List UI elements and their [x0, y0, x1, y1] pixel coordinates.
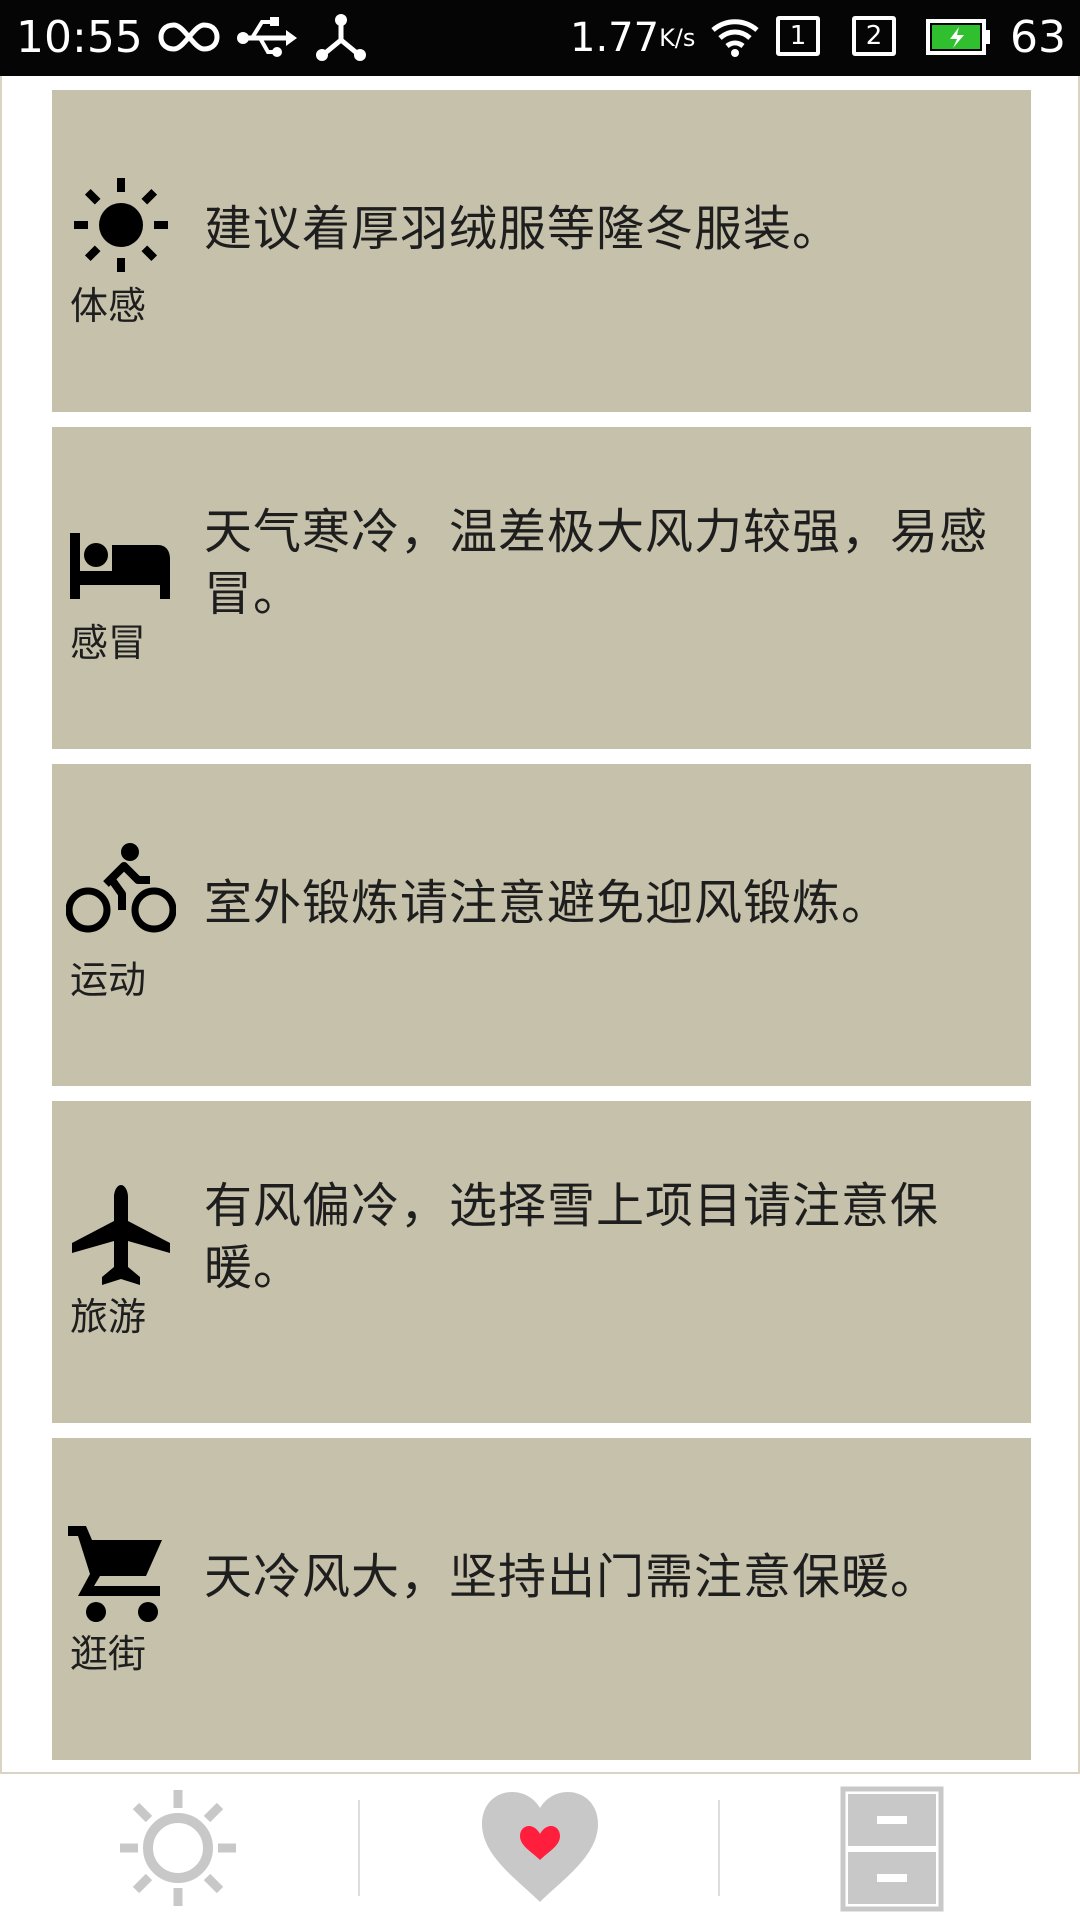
list-item-comfort[interactable]: 体感 建议着厚羽绒服等隆冬服装。 — [52, 90, 1031, 412]
list-item-cold[interactable]: 感冒 天气寒冷，温差极大风力较强，易感冒。 — [52, 427, 1031, 749]
bicycle-icon — [66, 843, 176, 933]
sun-icon — [74, 178, 168, 272]
list-item-travel[interactable]: 旅游 有风偏冷，选择雪上项目请注意保暖。 — [52, 1101, 1031, 1423]
wifi-icon — [711, 19, 759, 57]
sim-2-icon: 2 — [852, 16, 896, 56]
nav-archive[interactable] — [720, 1776, 1080, 1920]
list-item-sport[interactable]: 运动 室外锻炼请注意避免迎风锻炼。 — [52, 764, 1031, 1086]
usb-icon — [237, 17, 297, 57]
share-icon — [316, 14, 366, 61]
nav-favorites[interactable] — [360, 1776, 718, 1920]
card-caption: 逛街 — [70, 1632, 147, 1676]
status-time: 10:55 — [16, 12, 143, 63]
card-caption: 运动 — [70, 958, 147, 1002]
card-text: 建议着厚羽绒服等隆冬服装。 — [204, 201, 842, 257]
nav-weather[interactable] — [0, 1776, 358, 1920]
bottom-nav — [0, 1776, 1080, 1920]
card-caption: 感冒 — [70, 621, 147, 665]
shopping-cart-icon — [68, 1526, 162, 1622]
card-text: 天气寒冷，温差极大风力较强，易感冒。 — [204, 504, 989, 622]
battery-percent: 63 — [1010, 12, 1066, 63]
sim-1-icon: 1 — [776, 16, 820, 56]
battery-charging-icon — [926, 19, 990, 55]
airplane-icon — [72, 1185, 170, 1285]
file-cabinet-icon — [840, 1786, 944, 1912]
bed-icon — [70, 533, 170, 599]
suggestion-list[interactable]: 体感 建议着厚羽绒服等隆冬服装。 感冒 天气寒冷，温差极大风力较强，易感冒。 运… — [0, 76, 1080, 1774]
card-caption: 体感 — [70, 284, 147, 328]
card-caption: 旅游 — [70, 1295, 147, 1339]
list-item-shopping[interactable]: 逛街 天冷风大，坚持出门需注意保暖。 — [52, 1438, 1031, 1760]
card-text: 室外锻炼请注意避免迎风锻炼。 — [204, 875, 891, 931]
favorite-heart-icon — [482, 1792, 598, 1902]
card-text: 天冷风大，坚持出门需注意保暖。 — [204, 1549, 940, 1605]
status-bar: 10:55 1.77K/s 1 2 63 — [0, 0, 1080, 76]
weather-sun-icon — [120, 1790, 236, 1906]
infinity-icon — [158, 22, 220, 52]
network-speed: 1.77K/s — [570, 15, 696, 61]
card-text: 有风偏冷，选择雪上项目请注意保暖。 — [204, 1178, 940, 1296]
